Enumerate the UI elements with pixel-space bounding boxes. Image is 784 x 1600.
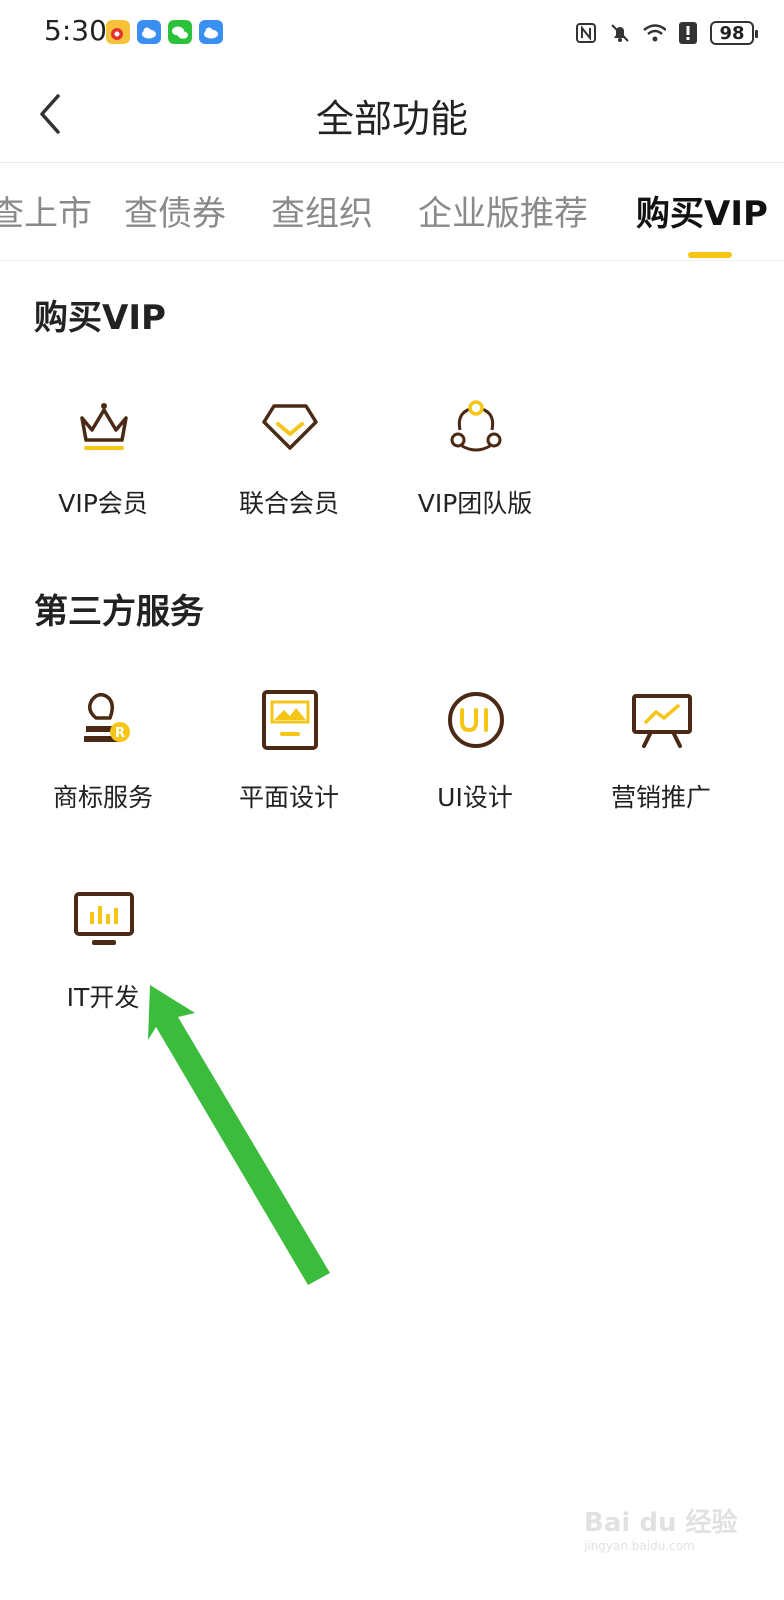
- item-trademark[interactable]: R 商标服务: [8, 690, 198, 830]
- item-label: 联合会员: [238, 489, 339, 518]
- ui-icon: [448, 692, 504, 748]
- watermark: Bai du 经验 jingyan.baidu.com: [584, 1502, 744, 1572]
- item-vip-member[interactable]: VIP会员: [8, 396, 198, 536]
- svg-text:R: R: [115, 726, 125, 741]
- section-title-third-party: 第三方服务: [34, 592, 204, 632]
- watermark-text: Bai du 经验: [584, 1508, 738, 1538]
- monitor-chart-icon: [74, 892, 134, 945]
- item-joint-member[interactable]: 联合会员: [194, 396, 384, 536]
- diamond-icon: [262, 404, 318, 450]
- item-label: VIP团队版: [417, 489, 533, 518]
- weibo-icon: [106, 20, 130, 44]
- item-ui-design[interactable]: UI设计: [380, 690, 570, 830]
- wifi-icon: [642, 21, 666, 45]
- wechat-icon: [168, 20, 192, 44]
- alert-icon: [676, 21, 700, 45]
- status-time: 5:30: [44, 14, 107, 47]
- status-indicators: 98: [574, 16, 758, 50]
- item-label: 商标服务: [52, 783, 153, 812]
- category-tabs: 查上市 查债券 查组织 企业版推荐 购买VIP: [0, 162, 784, 261]
- page-title: 全部功能: [315, 97, 468, 141]
- tab-buy-vip[interactable]: 购买VIP: [636, 186, 768, 235]
- cloud-icon: [199, 20, 223, 44]
- cloud-icon: [137, 20, 161, 44]
- mute-bell-icon: [608, 21, 632, 45]
- item-label: UI设计: [437, 783, 513, 812]
- green-arrow-annotation: [148, 985, 330, 1285]
- presentation-icon: [632, 694, 692, 748]
- active-tab-indicator: [688, 252, 732, 258]
- item-label: VIP会员: [58, 489, 148, 518]
- crown-icon: [80, 403, 128, 450]
- watermark-sub: jingyan.baidu.com: [584, 1539, 695, 1553]
- nav-bar: 全部功能: [0, 66, 784, 163]
- tab-listed[interactable]: 查上市: [0, 186, 92, 235]
- battery-indicator: 98: [710, 21, 758, 45]
- status-bar: 5:30 98: [0, 0, 784, 66]
- tab-bonds[interactable]: 查债券: [124, 186, 226, 235]
- item-label: 平面设计: [238, 783, 339, 812]
- tab-enterprise[interactable]: 企业版推荐: [418, 186, 588, 235]
- item-graphic-design[interactable]: 平面设计: [194, 690, 384, 830]
- image-frame-icon: [262, 690, 318, 750]
- item-vip-team[interactable]: VIP团队版: [380, 396, 570, 536]
- section-title-vip: 购买VIP: [34, 298, 166, 338]
- item-marketing[interactable]: 营销推广: [566, 690, 756, 830]
- tab-organizations[interactable]: 查组织: [271, 186, 373, 235]
- item-label: 营销推广: [610, 783, 711, 812]
- trademark-icon: R: [84, 692, 130, 742]
- nfc-icon: [574, 21, 598, 45]
- team-icon: [450, 400, 502, 452]
